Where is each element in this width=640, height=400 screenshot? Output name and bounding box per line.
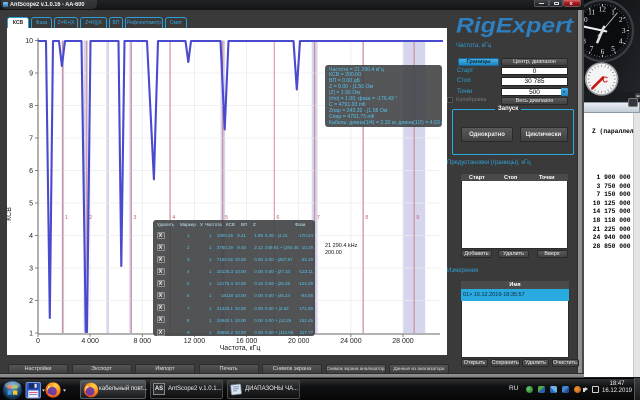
svg-text:4 000: 4 000 — [81, 338, 99, 345]
svg-text:24 000: 24 000 — [340, 338, 362, 345]
svg-text:20 000: 20 000 — [288, 338, 310, 345]
svg-text:6: 6 — [29, 168, 33, 175]
svg-text:3: 3 — [622, 27, 626, 35]
svg-text:2: 2 — [29, 298, 33, 305]
svg-text:0: 0 — [36, 338, 40, 345]
svg-text:2: 2 — [619, 16, 623, 24]
svg-text:16 000: 16 000 — [236, 338, 258, 345]
svg-text:2: 2 — [89, 215, 92, 221]
svg-text:1: 1 — [611, 8, 615, 16]
svg-text:RigExpert: RigExpert — [456, 15, 574, 38]
svg-text:1: 1 — [29, 330, 33, 337]
svg-text:9: 9 — [416, 215, 419, 221]
svg-text:1: 1 — [65, 215, 68, 221]
svg-text:7: 7 — [29, 135, 33, 142]
svg-text:28 000: 28 000 — [392, 338, 414, 345]
svg-text:6: 6 — [601, 48, 605, 56]
svg-text:12 000: 12 000 — [184, 338, 206, 345]
svg-text:5: 5 — [29, 200, 33, 207]
svg-text:3: 3 — [29, 265, 33, 272]
svg-text:7: 7 — [590, 45, 594, 53]
svg-text:12: 12 — [599, 6, 607, 14]
svg-text:3: 3 — [133, 215, 136, 221]
svg-text:8 000: 8 000 — [134, 338, 152, 345]
svg-text:8: 8 — [365, 215, 368, 221]
svg-text:5: 5 — [611, 45, 615, 53]
svg-text:10: 10 — [25, 38, 33, 45]
svg-text:11: 11 — [588, 8, 595, 16]
svg-text:7: 7 — [317, 215, 320, 221]
svg-text:Частота, кГц: Частота, кГц — [220, 345, 261, 352]
svg-text:4: 4 — [29, 233, 33, 240]
svg-text:КСВ: КСВ — [7, 207, 13, 221]
svg-text:8: 8 — [29, 103, 33, 110]
svg-text:4: 4 — [619, 38, 623, 46]
svg-text:9: 9 — [29, 70, 33, 77]
